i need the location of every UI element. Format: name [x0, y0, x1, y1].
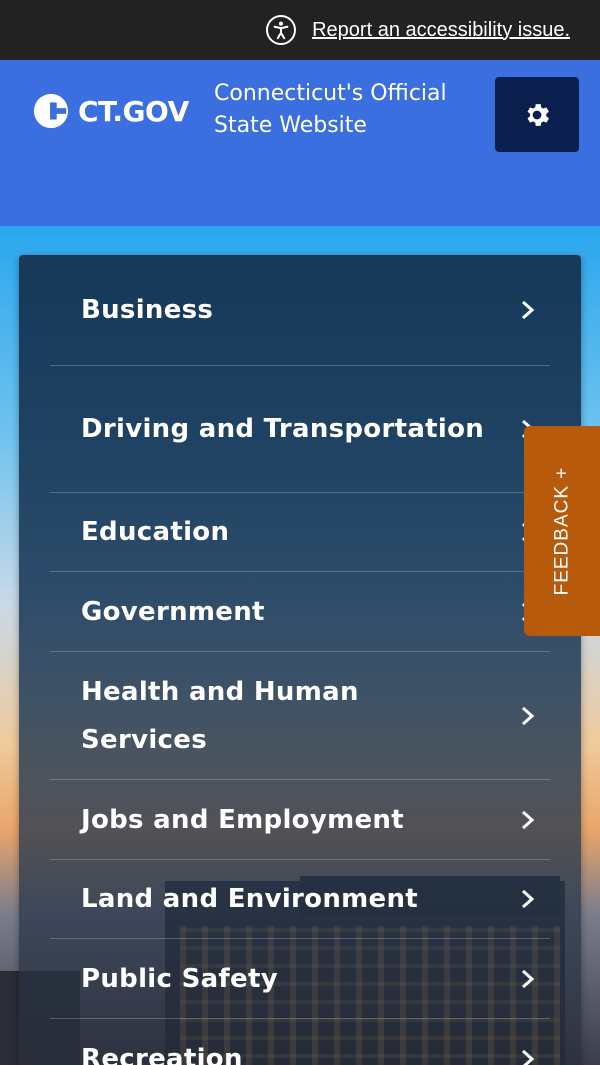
- chevron-right-icon: [520, 809, 536, 831]
- menu-item-label: Public Safety: [81, 963, 278, 994]
- chevron-right-icon: [520, 705, 536, 727]
- menu-item-education[interactable]: Education: [50, 493, 550, 572]
- chevron-right-icon: [520, 299, 536, 321]
- menu-item-business[interactable]: Business: [50, 255, 550, 366]
- menu-item-recreation[interactable]: Recreation: [50, 1019, 550, 1065]
- menu-item-label: Education: [81, 517, 230, 547]
- menu-item-driving-and-transportation[interactable]: Driving and Transportation: [50, 366, 550, 493]
- ct-gov-logo[interactable]: CT.GOV: [32, 92, 189, 130]
- menu-item-label: Health and Human Services: [81, 676, 359, 755]
- menu-item-label: Business: [81, 295, 214, 325]
- menu-item-land-and-environment[interactable]: Land and Environment: [50, 860, 550, 939]
- menu-item-government[interactable]: Government: [50, 572, 550, 652]
- topics-menu: Business Driving and Transportation Educ…: [19, 255, 581, 1065]
- feedback-label: FEEDBACK +: [551, 466, 573, 596]
- site-tagline: Connecticut's Official State Website: [214, 81, 447, 138]
- accessibility-icon[interactable]: [266, 15, 297, 45]
- menu-item-public-safety[interactable]: Public Safety: [50, 939, 550, 1019]
- ct-logo-icon: [33, 93, 69, 129]
- site-header: CT.GOV Connecticut's Official State Webs…: [0, 60, 600, 226]
- report-accessibility-link[interactable]: Report an accessibility issue.: [312, 19, 570, 42]
- menu-item-label: Government: [81, 596, 265, 627]
- accessibility-bar: Report an accessibility issue.: [0, 0, 600, 60]
- chevron-right-icon: [520, 968, 536, 990]
- menu-item-label: Driving and Transportation: [81, 414, 485, 444]
- menu-item-jobs-and-employment[interactable]: Jobs and Employment: [50, 780, 550, 860]
- feedback-tab[interactable]: FEEDBACK +: [524, 426, 600, 636]
- settings-button[interactable]: [495, 77, 579, 152]
- menu-item-label: Recreation: [81, 1043, 243, 1065]
- chevron-right-icon: [520, 1048, 536, 1065]
- menu-item-label: Land and Environment: [81, 884, 418, 914]
- menu-item-label: Jobs and Employment: [81, 804, 404, 835]
- gear-icon: [527, 103, 549, 126]
- menu-item-health-and-human-services[interactable]: Health and Human Services: [50, 652, 550, 780]
- chevron-right-icon: [520, 888, 536, 910]
- logo-text: CT.GOV: [78, 94, 189, 128]
